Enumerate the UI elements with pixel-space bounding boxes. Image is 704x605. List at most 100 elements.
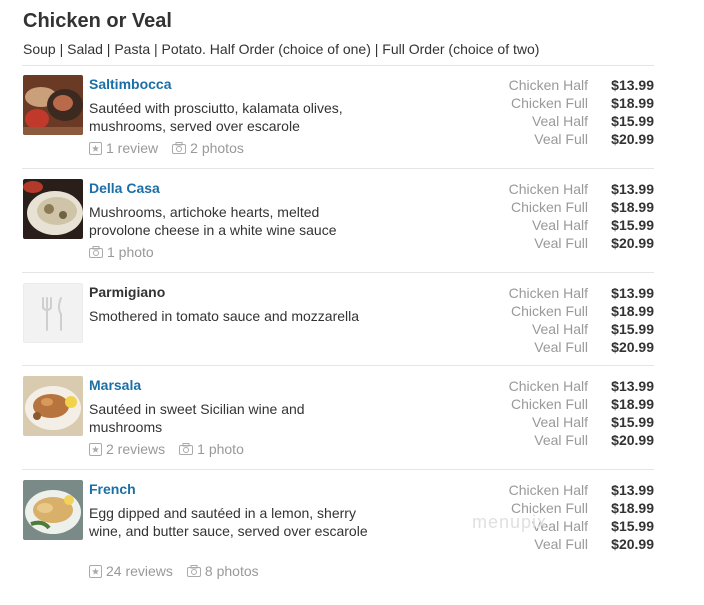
price-list: Chicken Half $13.99 Chicken Full $18.99 Ve… [498, 377, 654, 449]
dish-photo[interactable] [23, 179, 83, 239]
menu-item-parmigiano: Parmigiano Smothered in tomato sauce and… [22, 274, 654, 366]
price-row: Veal Full $20.99 [498, 535, 654, 553]
price-row: Chicken Half $13.99 [498, 481, 654, 499]
fork-knife-icon [42, 297, 62, 331]
price-value: $15.99 [611, 217, 654, 233]
price-label: Veal Full [534, 235, 588, 251]
price-value: $18.99 [611, 95, 654, 111]
price-row: Chicken Full $18.99 [498, 94, 654, 112]
price-value: $13.99 [611, 77, 654, 93]
price-label: Veal Half [531, 414, 588, 430]
price-label: Chicken Half [508, 482, 588, 498]
item-name[interactable]: French [89, 481, 136, 497]
price-row: Veal Full $20.99 [498, 130, 654, 148]
price-label: Chicken Half [508, 285, 588, 301]
price-row: Chicken Half $13.99 [498, 377, 654, 395]
price-value: $20.99 [611, 536, 654, 552]
price-label: Chicken Full [510, 95, 588, 111]
price-list: Chicken Half $13.99 Chicken Full $18.99 Ve… [498, 76, 654, 148]
review-star-icon [89, 141, 102, 155]
price-label: Veal Half [531, 217, 588, 233]
price-row: Chicken Half $13.99 [498, 76, 654, 94]
price-row: Chicken Full $18.99 [498, 395, 654, 413]
divider [22, 365, 654, 366]
item-description: Smothered in tomato sauce and mozzarella [89, 308, 360, 324]
item-description: Sautéed in sweet Sicilian wine and mushr… [89, 401, 305, 435]
item-name[interactable]: Saltimbocca [89, 76, 171, 92]
price-value: $15.99 [611, 113, 654, 129]
price-list: Chicken Half $13.99 Chicken Full $18.99 Ve… [498, 180, 654, 252]
price-label: Chicken Half [508, 181, 588, 197]
price-label: Veal Half [531, 321, 588, 337]
price-value: $13.99 [611, 181, 654, 197]
price-row: Veal Full $20.99 [498, 338, 654, 356]
item-meta: 2 reviews 1 photo [89, 441, 244, 457]
camera-icon [179, 443, 194, 455]
item-meta: 1 review 2 photos [89, 140, 244, 156]
price-row: Veal Half $15.99 [498, 216, 654, 234]
photos-link[interactable]: 8 photos [186, 563, 259, 579]
photos-link[interactable]: 2 photos [172, 140, 244, 156]
price-label: Chicken Full [510, 199, 588, 215]
dish-photo[interactable] [23, 75, 83, 135]
photos-count: 1 photo [107, 244, 154, 260]
divider [22, 168, 654, 169]
item-meta: 1 photo [89, 244, 154, 260]
price-value: $13.99 [611, 285, 654, 301]
item-meta: 24 reviews 8 photos [89, 563, 259, 579]
price-value: $15.99 [611, 321, 654, 337]
price-label: Chicken Half [508, 378, 588, 394]
photos-link[interactable]: 1 photo [179, 441, 244, 457]
item-description: Mushrooms, artichoke hearts, melted prov… [89, 204, 337, 238]
reviews-count: 24 reviews [106, 563, 173, 579]
price-list: Chicken Half $13.99 Chicken Full $18.99 Ve… [498, 284, 654, 356]
camera-icon [186, 565, 201, 577]
price-row: Chicken Half $13.99 [498, 180, 654, 198]
price-row: Veal Full $20.99 [498, 431, 654, 449]
price-label: Veal Full [534, 131, 588, 147]
reviews-count: 1 review [106, 140, 159, 156]
reviews-count: 2 reviews [106, 441, 166, 457]
item-name: Parmigiano [89, 284, 166, 300]
price-row: Chicken Full $18.99 [498, 198, 654, 216]
photos-count: 2 photos [190, 140, 244, 156]
menu-item-della-casa: Della Casa Mushrooms, artichoke hearts, … [22, 170, 654, 273]
dish-photo[interactable] [23, 376, 83, 436]
price-row: Veal Half $15.99 [498, 112, 654, 130]
price-label: Veal Full [534, 432, 588, 448]
item-name[interactable]: Della Casa [89, 180, 160, 196]
photos-link[interactable]: 1 photo [89, 244, 154, 260]
divider [22, 469, 654, 470]
photos-count: 1 photo [197, 441, 244, 457]
price-row: Chicken Full $18.99 [498, 302, 654, 320]
price-value: $15.99 [611, 414, 654, 430]
reviews-link[interactable]: 1 review [89, 140, 158, 156]
price-value: $20.99 [611, 432, 654, 448]
price-label: Veal Full [534, 536, 588, 552]
menu-item-saltimbocca: Saltimbocca Sautéed with prosciutto, kal… [22, 66, 654, 169]
reviews-link[interactable]: 24 reviews [89, 563, 173, 579]
price-row: Veal Full $20.99 [498, 234, 654, 252]
photos-count: 8 photos [204, 563, 259, 579]
review-star-icon [89, 564, 102, 578]
price-value: $15.99 [611, 518, 654, 534]
price-value: $13.99 [611, 378, 654, 394]
review-star-icon [89, 442, 102, 456]
item-name[interactable]: Marsala [89, 377, 141, 393]
price-row: Veal Half $15.99 [498, 413, 654, 431]
price-value: $18.99 [611, 199, 654, 215]
reviews-link[interactable]: 2 reviews [89, 441, 165, 457]
price-label: Veal Half [531, 113, 588, 129]
page-subtitle: Soup | Salad | Pasta | Potato. Half Orde… [23, 41, 540, 57]
price-value: $20.99 [611, 339, 654, 355]
price-label: Chicken Full [510, 396, 588, 412]
watermark: menupix [472, 512, 548, 532]
menu-item-marsala: Marsala Sautéed in sweet Sicilian wine a… [22, 367, 654, 470]
dish-photo[interactable] [23, 480, 83, 540]
item-description: Egg dipped and sautéed in a lemon, sherr… [89, 505, 368, 539]
price-label: Veal Full [534, 339, 588, 355]
item-description: Sautéed with prosciutto, kalamata olives… [89, 100, 343, 134]
price-label: Chicken Full [510, 303, 588, 319]
price-value: $13.99 [611, 482, 654, 498]
divider [22, 272, 654, 273]
